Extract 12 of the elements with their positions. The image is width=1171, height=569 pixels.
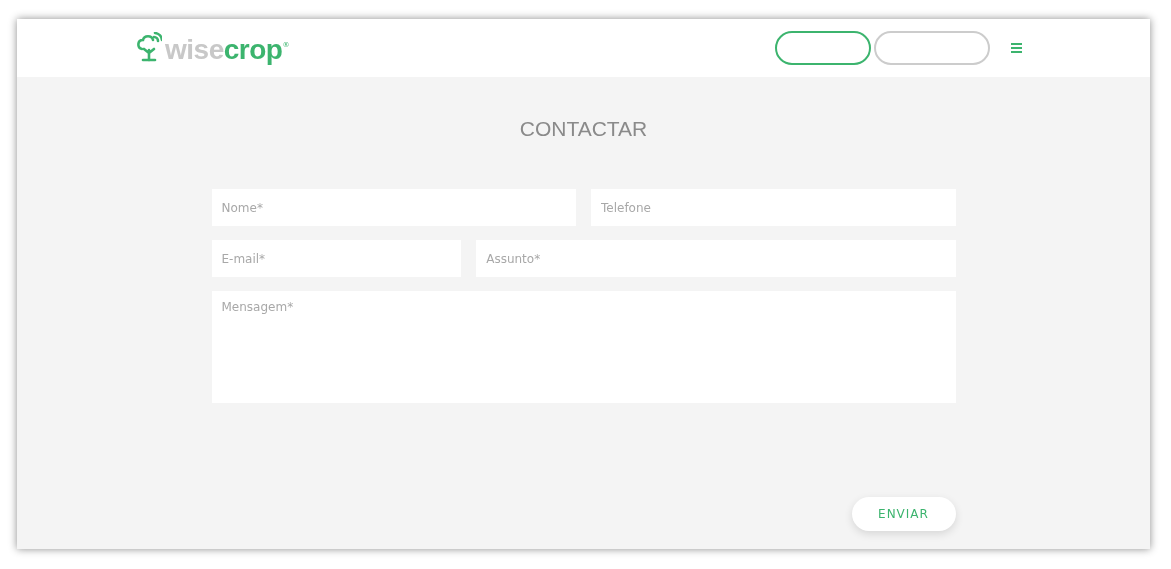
- header-button[interactable]: [775, 31, 871, 65]
- tree-icon: [136, 32, 162, 62]
- header-button[interactable]: [874, 31, 990, 65]
- submit-button[interactable]: ENVIAR: [851, 497, 956, 531]
- input-field[interactable]: Nome*: [211, 189, 576, 226]
- logo-text: crop: [223, 36, 283, 64]
- menu-icon[interactable]: [1011, 43, 1022, 53]
- page-title: CONTACTAR: [519, 117, 648, 141]
- input-field[interactable]: Assunto*: [476, 240, 956, 277]
- message-field[interactable]: Mensagem*: [211, 291, 956, 403]
- input-field[interactable]: Telefone: [591, 189, 956, 226]
- input-field[interactable]: E-mail*: [211, 240, 462, 277]
